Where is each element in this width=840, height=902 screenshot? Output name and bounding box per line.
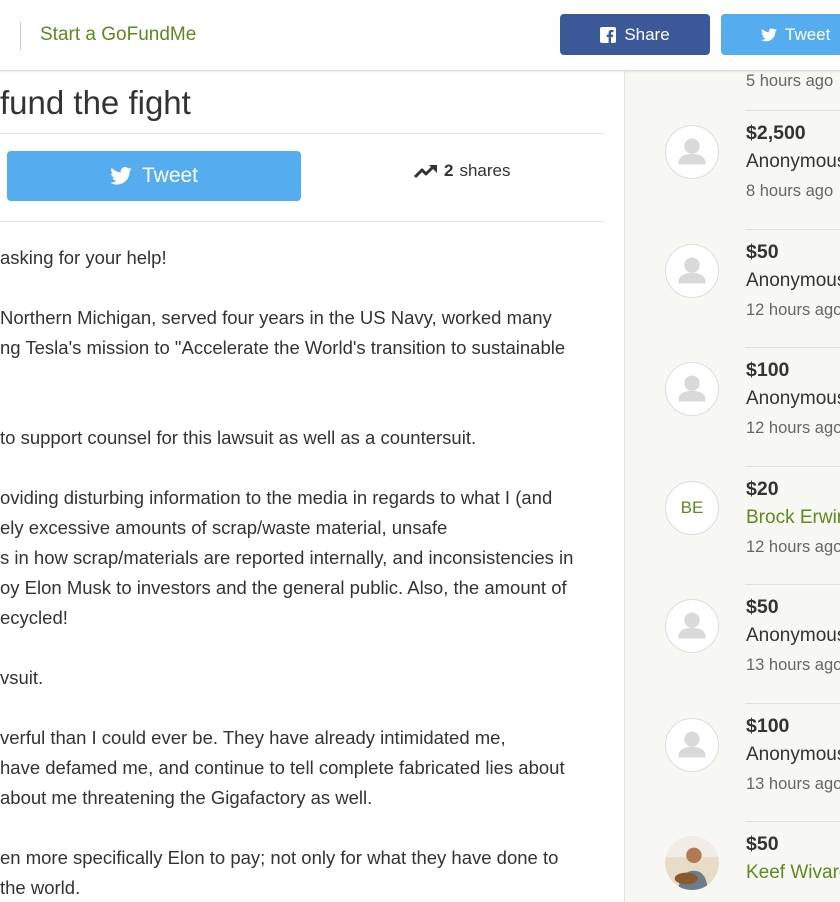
- donation-amount: $50: [746, 833, 779, 855]
- donation-item: $50 Anonymous 12 hours ago: [625, 229, 840, 347]
- donor-photo-avatar: [665, 836, 719, 890]
- divider: [745, 229, 840, 230]
- facebook-share-button[interactable]: Share: [560, 14, 710, 55]
- donation-amount: $20: [746, 478, 779, 500]
- donations-sidebar: 5 hours ago $2,500 Anonymous 8 hours ago…: [624, 70, 840, 902]
- story-line: oy Elon Musk to investors and the genera…: [0, 577, 567, 598]
- twitter-icon: [761, 27, 777, 41]
- donation-amount: $2,500: [746, 122, 806, 144]
- anonymous-avatar-icon: [665, 718, 719, 772]
- header-tweet-button[interactable]: Tweet: [721, 14, 840, 55]
- donation-item: $2,500 Anonymous 8 hours ago: [625, 110, 840, 228]
- story-line: ely excessive amounts of scrap/waste mat…: [0, 517, 448, 538]
- donor-name: Anonymous: [746, 744, 840, 765]
- anonymous-avatar-icon: [665, 362, 719, 416]
- story-line: vsuit.: [0, 667, 44, 688]
- divider: [745, 821, 840, 822]
- donor-name: Anonymous: [746, 625, 840, 646]
- story-line: verful than I could ever be. They have a…: [0, 727, 506, 748]
- donation-time: 12 hours ago: [746, 419, 840, 437]
- divider: [0, 221, 604, 222]
- story-line: s in how scrap/materials are reported in…: [0, 547, 574, 568]
- story-line: ecycled!: [0, 607, 68, 628]
- story-line: oviding disturbing information to the me…: [0, 487, 553, 508]
- donation-time: 13 hours ago: [746, 656, 840, 674]
- tweet-button[interactable]: Tweet: [7, 151, 301, 201]
- story-line: the world.: [0, 877, 81, 898]
- campaign-title: fund the fight: [0, 84, 191, 121]
- top-header: Start a GoFundMe Share Tweet: [0, 0, 840, 71]
- donor-initials-avatar: BE: [665, 481, 719, 535]
- donation-amount: $100: [746, 715, 790, 737]
- story-line: have defamed me, and continue to tell co…: [0, 757, 565, 778]
- anonymous-avatar-icon: [665, 244, 719, 298]
- shares-number: 2: [444, 161, 454, 180]
- donation-amount: $50: [746, 596, 779, 618]
- donation-item: $100 Anonymous 12 hours ago: [625, 347, 840, 465]
- tweet-button-label: Tweet: [141, 164, 199, 187]
- story-line: asking for your help!: [0, 247, 167, 268]
- campaign-main: fund the fight Tweet 2 shares asking for…: [0, 70, 624, 902]
- story-line: en more specifically Elon to pay; not on…: [0, 847, 559, 868]
- facebook-icon: [600, 26, 617, 43]
- donation-time: 5 hours ago: [746, 72, 834, 90]
- donor-name-link[interactable]: Brock Erwin: [746, 507, 840, 529]
- donation-amount: $100: [746, 359, 790, 381]
- shares-count: 2 shares: [414, 161, 511, 181]
- donation-item: $50 Anonymous 13 hours ago: [625, 584, 840, 702]
- twitter-icon: [110, 167, 132, 185]
- header-divider: [20, 22, 21, 50]
- start-gofundme-link[interactable]: Start a GoFundMe: [40, 24, 196, 46]
- donation-time: 13 hours ago: [746, 775, 840, 793]
- divider: [745, 347, 840, 348]
- donor-name: Anonymous: [746, 388, 840, 409]
- donor-name: Anonymous: [746, 270, 840, 291]
- donation-item: $100 Anonymous 13 hours ago: [625, 703, 840, 821]
- donor-name: Anonymous: [746, 151, 840, 172]
- donation-time: 12 hours ago: [746, 538, 840, 556]
- donation-item: $50 Keef Wivard: [625, 821, 840, 902]
- donation-item: BE $20 Brock Erwin 12 hours ago: [625, 466, 840, 584]
- divider: [745, 703, 840, 704]
- anonymous-avatar-icon: [665, 599, 719, 653]
- divider: [0, 133, 604, 134]
- donation-amount: $50: [746, 241, 779, 263]
- story-line: about me threatening the Gigafactory as …: [0, 787, 373, 808]
- shares-label: shares: [459, 161, 511, 180]
- divider: [745, 110, 840, 111]
- donation-time: 12 hours ago: [746, 301, 840, 319]
- trending-up-icon: [414, 164, 437, 178]
- donor-name-link[interactable]: Keef Wivard: [746, 862, 840, 884]
- share-button-label: Share: [624, 24, 670, 44]
- divider: [745, 466, 840, 467]
- anonymous-avatar-icon: [665, 125, 719, 179]
- divider: [745, 584, 840, 585]
- story-line: ng Tesla's mission to "Accelerate the Wo…: [0, 337, 566, 358]
- header-tweet-label: Tweet: [785, 24, 831, 44]
- story-line: to support counsel for this lawsuit as w…: [0, 427, 477, 448]
- story-line: Northern Michigan, served four years in …: [0, 307, 552, 328]
- donation-time: 8 hours ago: [746, 182, 834, 200]
